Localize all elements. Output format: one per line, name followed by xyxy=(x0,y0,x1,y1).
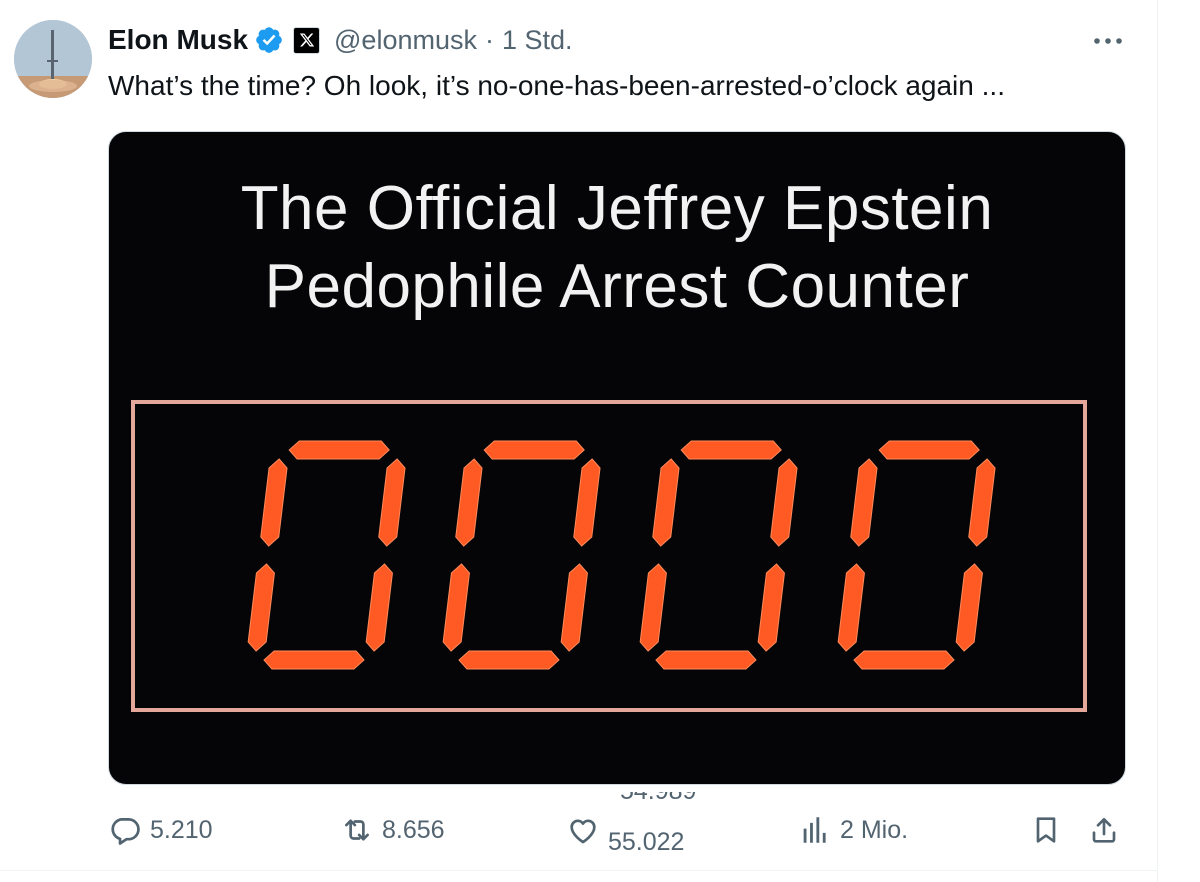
digit-1-segment-f xyxy=(260,458,288,547)
author-handle[interactable]: @elonmusk xyxy=(334,25,477,56)
view-count: 2 Mio. xyxy=(840,815,909,844)
tweet-post: Elon Musk @elonmusk · 1 Std. What’s the … xyxy=(0,0,1158,882)
divider xyxy=(0,870,1157,871)
views-button[interactable]: 2 Mio. xyxy=(798,800,908,860)
image-title: The Official Jeffrey Epstein Pedophile A… xyxy=(109,170,1125,326)
separator-dot: · xyxy=(484,24,494,55)
tweet-text: What’s the time? Oh look, it’s no-one-ha… xyxy=(108,70,1005,101)
reply-icon xyxy=(111,818,140,845)
timestamp[interactable]: 1 Std. xyxy=(502,25,573,56)
action-bar: 5.210 8.656 54.989 55.022 2 Mio. xyxy=(108,792,1128,860)
reply-button[interactable]: 5.210 xyxy=(108,800,213,860)
like-count: 55.022 xyxy=(608,827,685,856)
analytics-icon xyxy=(803,817,826,843)
digit-3-segment-f xyxy=(652,458,680,547)
repost-button[interactable]: 8.656 xyxy=(340,800,445,860)
author-name[interactable]: Elon Musk xyxy=(108,24,248,56)
repost-count: 8.656 xyxy=(382,815,445,844)
digit-3-segment-a xyxy=(680,440,782,460)
digit-4-segment-e xyxy=(837,563,865,652)
repost-icon xyxy=(345,819,369,841)
digit-3-segment-d xyxy=(655,650,757,670)
digit-2-segment-d xyxy=(458,650,560,670)
reply-count: 5.210 xyxy=(150,815,213,844)
verified-badge-icon xyxy=(254,25,284,55)
rocket-launch-avatar xyxy=(14,20,92,98)
digit-1-segment-a xyxy=(288,440,390,460)
tweet-image[interactable]: The Official Jeffrey Epstein Pedophile A… xyxy=(108,131,1126,785)
x-logo-icon[interactable] xyxy=(293,26,321,54)
digit-1-segment-b xyxy=(378,458,406,547)
digit-4-segment-c xyxy=(955,563,983,652)
bookmark-icon xyxy=(1036,817,1056,843)
digit-4-segment-a xyxy=(878,440,980,460)
digit-1-segment-c xyxy=(365,563,393,652)
digit-4-segment-d xyxy=(853,650,955,670)
digit-3-segment-e xyxy=(639,563,667,652)
digit-2-segment-a xyxy=(483,440,585,460)
digit-2-segment-e xyxy=(442,563,470,652)
digit-2-segment-c xyxy=(560,563,588,652)
digit-4-segment-f xyxy=(850,458,878,547)
share-icon xyxy=(1092,818,1116,843)
counter-frame xyxy=(131,400,1087,712)
bookmark-button[interactable] xyxy=(1030,800,1062,860)
digit-1-segment-e xyxy=(247,563,275,652)
more-options-icon[interactable] xyxy=(1088,26,1128,56)
like-button[interactable]: 55.022 xyxy=(566,800,684,860)
tweet-header: Elon Musk @elonmusk · 1 Std. xyxy=(108,22,573,58)
image-title-line-2: Pedophile Arrest Counter xyxy=(264,252,970,321)
digit-3-segment-c xyxy=(757,563,785,652)
digit-3-segment-b xyxy=(770,458,798,547)
digit-4-segment-b xyxy=(968,458,996,547)
heart-icon xyxy=(570,819,596,844)
share-button[interactable] xyxy=(1088,800,1120,860)
digit-2-segment-f xyxy=(455,458,483,547)
digit-2-segment-b xyxy=(573,458,601,547)
image-title-line-1: The Official Jeffrey Epstein xyxy=(240,174,994,243)
digit-1-segment-d xyxy=(263,650,365,670)
avatar[interactable] xyxy=(14,20,92,98)
counter-display xyxy=(247,440,996,670)
